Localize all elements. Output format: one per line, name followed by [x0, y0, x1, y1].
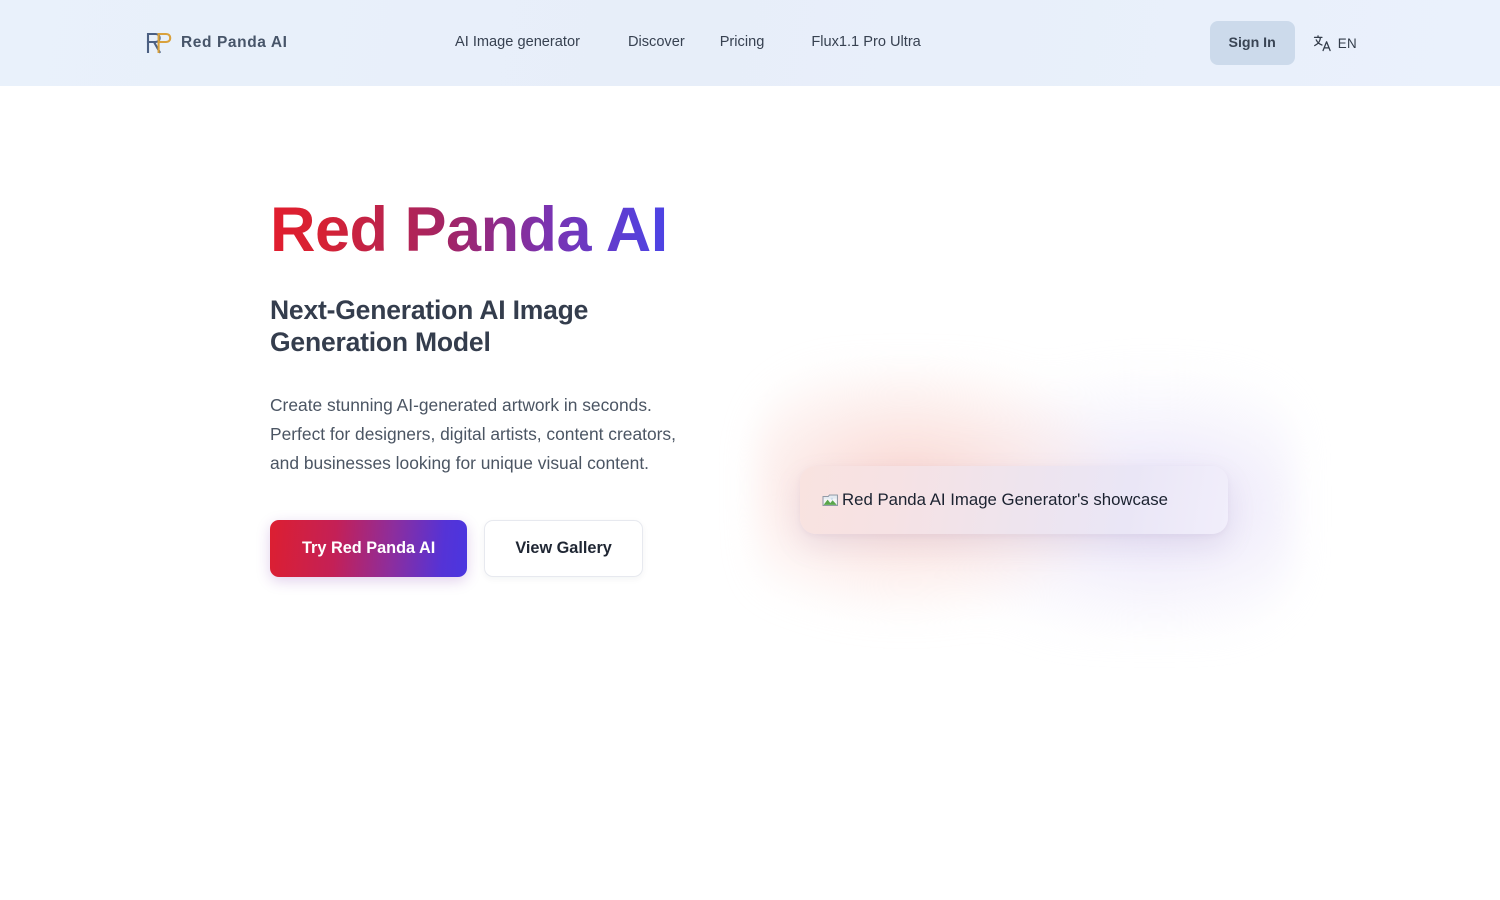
rp-logo-icon — [146, 32, 172, 54]
brand-name: Red Panda AI — [181, 34, 288, 51]
main-nav: AI Image generator Discover Pricing Flux… — [455, 31, 921, 53]
hero-section: Red Panda AI Next-Generation AI Image Ge… — [0, 86, 1500, 826]
language-switcher[interactable]: EN — [1305, 28, 1361, 59]
page-title: Red Panda AI — [270, 196, 710, 264]
nav-item-pricing[interactable]: Pricing — [720, 31, 765, 53]
showcase-image-card[interactable]: Red Panda AI Image Generator's showcase — [800, 466, 1228, 534]
hero-cta-group: Try Red Panda AI View Gallery — [270, 519, 710, 577]
header-actions: Sign In EN — [1209, 21, 1362, 65]
broken-image-icon — [822, 494, 838, 507]
nav-item-flux11-pro-ultra[interactable]: Flux1.1 Pro Ultra — [811, 31, 921, 53]
broken-image-placeholder: Red Panda AI Image Generator's showcase — [822, 490, 1168, 510]
hero-subtitle: Next-Generation AI Image Generation Mode… — [270, 295, 589, 358]
view-gallery-button[interactable]: View Gallery — [484, 519, 643, 577]
nav-item-ai-image-generator[interactable]: AI Image generator — [455, 31, 580, 53]
nav-item-discover[interactable]: Discover — [628, 31, 685, 53]
site-header: Red Panda AI AI Image generator Discover… — [0, 0, 1500, 86]
showcase-alt-text: Red Panda AI Image Generator's showcase — [842, 490, 1168, 509]
try-red-panda-ai-button[interactable]: Try Red Panda AI — [270, 519, 468, 577]
sign-in-button[interactable]: Sign In — [1209, 21, 1295, 65]
brand-logo-link[interactable]: Red Panda AI — [146, 31, 288, 55]
language-label: EN — [1337, 35, 1357, 51]
translate-icon — [1313, 34, 1331, 51]
hero-visual: Red Panda AI Image Generator's showcase — [740, 336, 1300, 676]
hero-description: Create stunning AI-generated artwork in … — [270, 394, 676, 473]
hero-copy: Red Panda AI Next-Generation AI Image Ge… — [270, 196, 710, 577]
